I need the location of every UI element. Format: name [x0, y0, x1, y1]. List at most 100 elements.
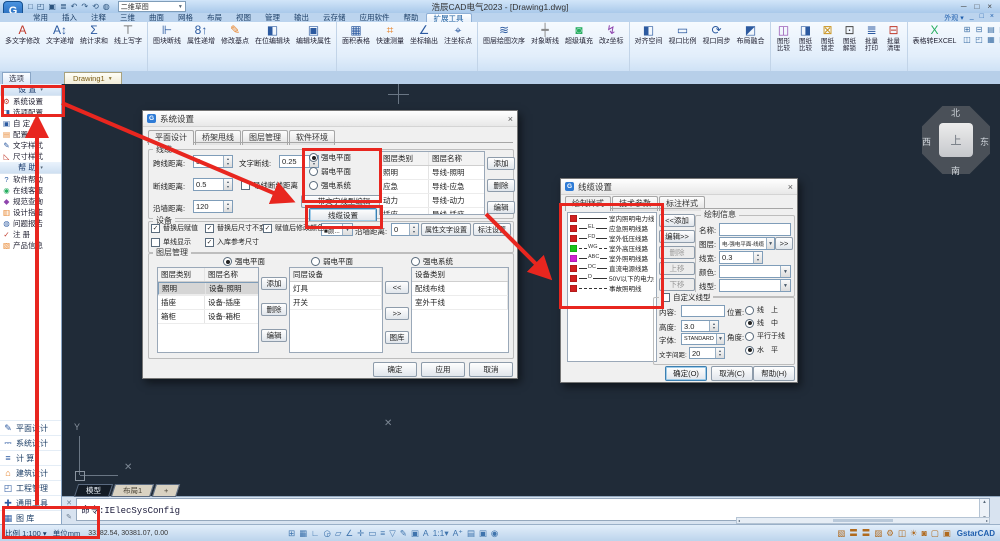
view-cube[interactable]: 上 北 南 西 东: [918, 102, 994, 178]
ribbon-button[interactable]: ⊟批量清理: [883, 23, 905, 54]
layer-table-button[interactable]: 添加: [261, 277, 287, 290]
menu-tab[interactable]: 管理: [258, 13, 287, 22]
ribbon-button[interactable]: ⊤线上写字: [111, 23, 145, 47]
ribbon-button[interactable]: ▭视口比例: [666, 23, 700, 47]
footer-button[interactable]: 确定: [373, 362, 417, 377]
text-linetype-edit-button[interactable]: 带文字线型编辑: [301, 195, 387, 208]
ribbon-button[interactable]: ⌗快速测量: [373, 23, 407, 47]
cable-style-item[interactable]: EL应急照明线路: [568, 223, 656, 233]
layer-dropdown[interactable]: 电-强电平面-线缆▼: [719, 237, 775, 250]
gear-icon[interactable]: ⚙: [886, 528, 894, 539]
panel-tab-options[interactable]: 选项: [2, 72, 31, 84]
sidebar-item[interactable]: ◉在线客服: [0, 185, 61, 196]
table-row[interactable]: 灯具: [290, 282, 382, 296]
ribbon-button[interactable]: ◫图形比较: [773, 23, 795, 54]
ribbon-button[interactable]: ◧在位编辑块: [252, 23, 293, 47]
units-toggle-icon[interactable]: ▤: [467, 528, 475, 539]
table-row[interactable]: 动力导线-动力: [380, 194, 484, 208]
menu-tab[interactable]: 视图: [229, 13, 258, 22]
name-input[interactable]: [719, 223, 791, 236]
linetype-dropdown[interactable]: ▼: [719, 279, 791, 292]
break-distance-input[interactable]: 0.5▲▼: [193, 178, 233, 191]
appearance-dropdown[interactable]: 外观 ▾: [944, 13, 963, 23]
spinner-arrows[interactable]: ▲▼: [715, 348, 724, 358]
spinner-arrows[interactable]: ▲▼: [223, 179, 232, 190]
ribbon-button[interactable]: ∠坐标输出: [407, 23, 441, 47]
ribbon-button[interactable]: ↯改z坐标: [596, 23, 627, 47]
layout-tab[interactable]: +: [152, 484, 181, 497]
ortho-icon[interactable]: ∟: [311, 528, 319, 538]
ribbon-mini-icon[interactable]: ⊞: [961, 25, 972, 34]
sidebar-item[interactable]: ✓注 册: [0, 229, 61, 240]
minimize-button[interactable]: ─: [961, 2, 967, 11]
sidebar-item[interactable]: ▥设计指南: [0, 207, 61, 218]
fullscreen-icon[interactable]: ▣: [479, 528, 487, 539]
menu-tab[interactable]: 输出: [287, 13, 316, 22]
checkbox-option[interactable]: ✓替换后赋值: [151, 223, 198, 233]
dynamic-ucs-icon[interactable]: ✛: [357, 528, 364, 539]
device-wall-input[interactable]: 0▲▼: [391, 223, 419, 236]
cable-list-button[interactable]: 编辑>>: [659, 230, 695, 243]
transparency-icon[interactable]: ▽: [389, 528, 396, 539]
scale-dropdown[interactable]: 比例 1:100 ▾: [5, 528, 47, 539]
sidebar-item[interactable]: ⚙系统设置: [0, 96, 61, 107]
sidebar-module-item[interactable]: ▦图 库: [0, 510, 61, 524]
table-row[interactable]: 应急导线-应急: [380, 180, 484, 194]
polar-tracking-icon[interactable]: ◶: [323, 528, 330, 539]
menu-tab[interactable]: 帮助: [397, 13, 426, 22]
ribbon-mini-icon[interactable]: ▦: [985, 35, 996, 44]
ribbon-button[interactable]: A↕文字递增: [43, 23, 77, 47]
view-cube-north[interactable]: 北: [951, 106, 960, 119]
close-icon[interactable]: ×: [788, 182, 793, 192]
doc-close-button[interactable]: ×: [990, 13, 994, 23]
menu-tab[interactable]: 三维: [113, 13, 142, 22]
quick-properties-icon[interactable]: ✎: [400, 528, 407, 539]
radio-option[interactable]: 弱电平面: [309, 166, 351, 177]
menu-tab[interactable]: 注释: [84, 13, 113, 22]
menu-tab[interactable]: 插入: [55, 13, 84, 22]
ribbon-button[interactable]: ✎修改基点: [218, 23, 252, 47]
ribbon-button[interactable]: ⊠图纸锁定: [817, 23, 839, 54]
preview2-icon[interactable]: ▨: [874, 528, 882, 539]
column-header[interactable]: 图层名称: [205, 268, 259, 281]
ribbon-mini-icon[interactable]: ⊟: [973, 25, 984, 34]
cable-style-item[interactable]: 室内照明电力线: [568, 213, 656, 223]
ribbon-button[interactable]: 8↑属性递增: [184, 23, 218, 47]
checkbox-option[interactable]: ✓替换后尺寸不变: [205, 223, 266, 233]
sidebar-item[interactable]: ▤配置管理: [0, 129, 61, 140]
layer-table-button[interactable]: 编辑: [261, 329, 287, 342]
content-input[interactable]: [681, 305, 725, 317]
ribbon-button[interactable]: ≣批量打印: [861, 23, 883, 54]
footer-button[interactable]: 应用: [421, 362, 465, 377]
object-tracking-icon[interactable]: ∠: [345, 528, 353, 539]
cable-settings-button[interactable]: 线缆设置: [309, 208, 377, 222]
cable-style-item[interactable]: DC直流电源线路: [568, 263, 656, 273]
radio-option[interactable]: 平行于线: [745, 331, 785, 341]
table-row[interactable]: 箱柜设备-箱柜: [158, 310, 258, 324]
table-row[interactable]: 照明设备-照明: [158, 282, 259, 295]
dialog-tab[interactable]: 平面设计: [148, 130, 194, 145]
radio-option[interactable]: 线 上: [745, 305, 778, 315]
sidebar-module-item[interactable]: ✚通用工具: [0, 495, 61, 510]
same-layer-device-table[interactable]: 同层设备灯具开关: [289, 267, 383, 353]
column-header[interactable]: 设备类别: [412, 268, 508, 281]
preview-icon[interactable]: ▧: [837, 528, 845, 539]
sidebar-item[interactable]: ◺尺寸样式: [0, 151, 61, 162]
menu-tab[interactable]: 布局: [200, 13, 229, 22]
sidebar-item[interactable]: ◨选项配置: [0, 107, 61, 118]
cable-table-button[interactable]: 添加: [487, 157, 515, 170]
scroll-right-icon[interactable]: ▸: [986, 518, 988, 523]
equal-icon[interactable]: 〓: [849, 527, 858, 539]
lineweight-icon[interactable]: ≡: [380, 528, 385, 538]
radio-option[interactable]: 水 平: [745, 345, 778, 355]
table-row[interactable]: 照明导线-照明: [380, 166, 484, 180]
checkbox-option[interactable]: ✓赋值后修改颜色: [263, 223, 324, 233]
sidebar-item[interactable]: ◍问题报告: [0, 218, 61, 229]
ribbon-button[interactable]: ≋图层绘图次序: [480, 23, 528, 47]
view-cube-top-face[interactable]: 上: [939, 123, 973, 157]
annotation-scale-icon[interactable]: A: [423, 528, 429, 538]
layer-table-button[interactable]: 删除: [261, 303, 287, 316]
window-icon[interactable]: ▣: [943, 528, 951, 539]
column-header[interactable]: 同层设备: [290, 268, 382, 281]
font-dropdown[interactable]: STANDARD▼: [681, 333, 725, 345]
